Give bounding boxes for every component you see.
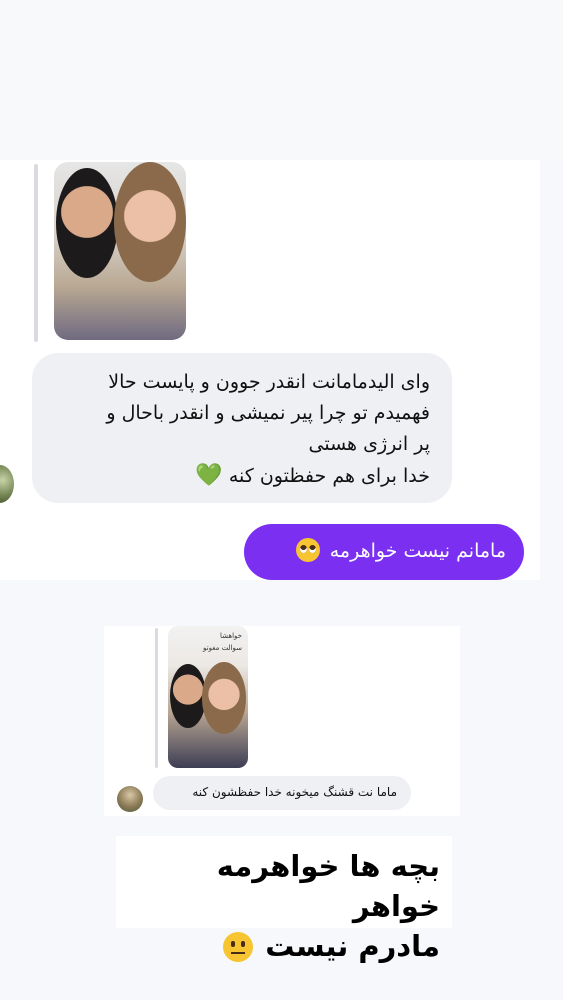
reply-indicator-bar <box>34 164 38 342</box>
photo-person-right-2 <box>202 662 246 734</box>
message-line-4-text: خدا برای هم حفظتون کنه <box>228 465 430 487</box>
photo-person-right <box>114 162 186 282</box>
sender-avatar[interactable] <box>0 465 14 503</box>
photo-person-left-2 <box>170 664 206 728</box>
pleading-face-icon <box>295 538 320 562</box>
neutral-face-icon <box>223 932 254 962</box>
message-line-1: وای الیدمامانت انقدر جوون و پایست حالا <box>108 371 430 393</box>
photo-person-left <box>56 168 118 278</box>
caption-line-2-wrap: مادرم نیست <box>120 926 440 966</box>
reply-photo-thumbnail[interactable] <box>54 162 186 340</box>
thumb-overlay-line-2: سوالت مغوتو <box>203 644 242 652</box>
sender-avatar-2[interactable] <box>117 786 143 812</box>
message-line-3: پر انرژی هستی <box>308 433 431 455</box>
reply-indicator-bar-2 <box>155 628 158 768</box>
message-line-2: فهمیدم تو چرا پیر نمیشی و انقدر باحال و <box>106 402 430 424</box>
outgoing-message-text: مامانم نیست خواهرمه <box>329 540 506 562</box>
blank-header-area <box>0 0 563 160</box>
caption-overlay: بچه ها خواهرمه خواهر مادرم نیست <box>116 836 452 963</box>
incoming-message-bubble-2[interactable]: ماما نت قشنگ میخونه خدا حفظشون کنه <box>153 776 411 810</box>
caption-line-2: مادرم نیست <box>265 929 440 963</box>
chat-screenshot-1: وای الیدمامانت انقدر جوون و پایست حالا ف… <box>0 160 540 580</box>
green-heart-icon: 💚 <box>195 463 223 488</box>
reply-photo-thumbnail-2[interactable]: خواهشا سوالت مغوتو <box>168 626 248 768</box>
thumb-overlay-line-1: خواهشا <box>220 632 242 640</box>
outgoing-message-bubble[interactable]: مامانم نیست خواهرمه <box>244 524 524 580</box>
caption-line-1: بچه ها خواهرمه خواهر <box>216 849 440 923</box>
message-line-4: خدا برای هم حفظتون کنه 💚 <box>50 460 430 492</box>
chat-screenshot-2: خواهشا سوالت مغوتو ماما نت قشنگ میخونه خ… <box>104 626 460 816</box>
incoming-message-text-2: ماما نت قشنگ میخونه خدا حفظشون کنه <box>192 785 397 799</box>
incoming-message-bubble[interactable]: وای الیدمامانت انقدر جوون و پایست حالا ف… <box>32 353 452 503</box>
